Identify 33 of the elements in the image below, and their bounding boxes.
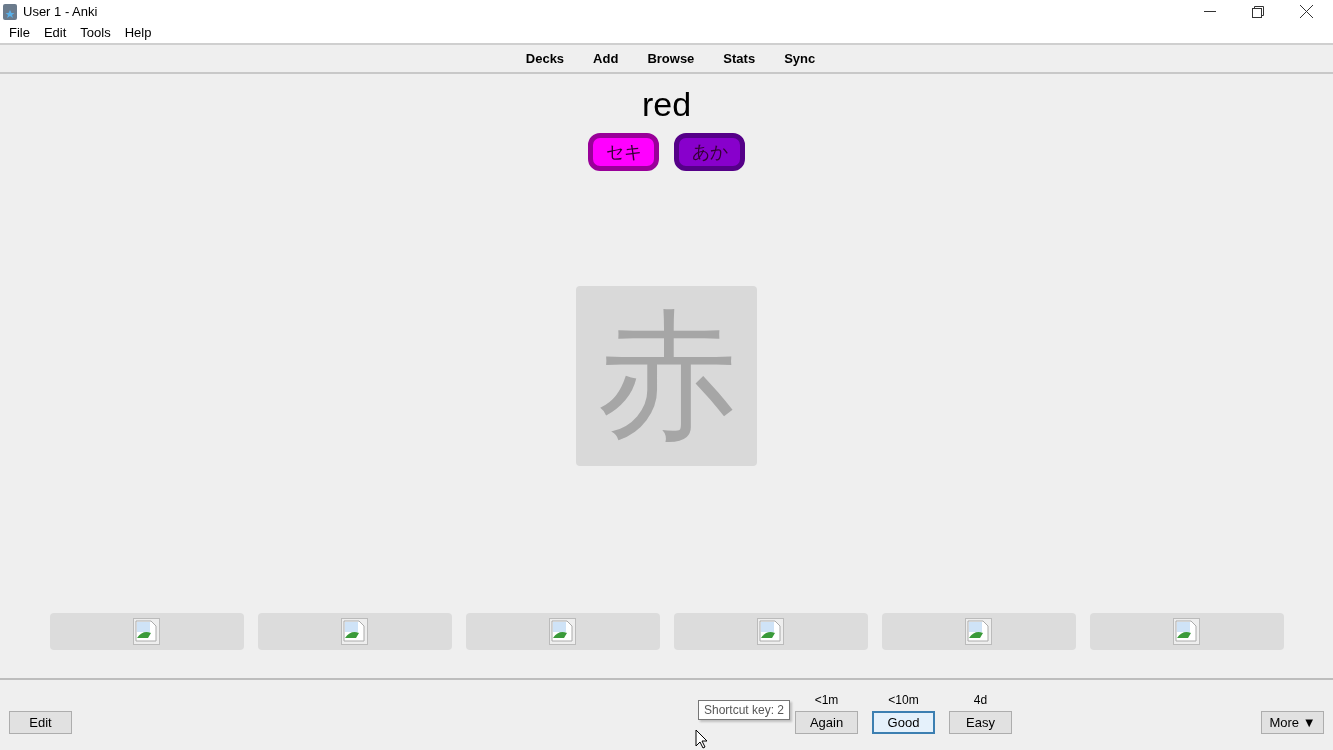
answer-button[interactable]: Easy xyxy=(949,711,1012,734)
menu-item[interactable]: Tools xyxy=(73,23,118,43)
broken-image-icon xyxy=(549,618,576,645)
interval-label: 4d xyxy=(973,693,988,707)
cursor-icon xyxy=(695,729,708,749)
broken-image-icon xyxy=(965,618,992,645)
broken-image-icon xyxy=(757,618,784,645)
answer-button[interactable]: Good xyxy=(872,711,935,734)
minimize-icon[interactable] xyxy=(1204,10,1216,13)
more-button[interactable]: More ▼ xyxy=(1261,711,1324,734)
broken-image-icon xyxy=(341,618,368,645)
toolbar-link[interactable]: Add xyxy=(593,48,619,69)
toolbar-link[interactable]: Sync xyxy=(784,48,816,69)
toolbar-link[interactable]: Decks xyxy=(525,48,565,69)
menu-item[interactable]: Edit xyxy=(36,23,74,43)
menu-item[interactable]: File xyxy=(2,23,37,43)
window-title: User 1 - Anki xyxy=(23,2,98,21)
close-icon[interactable] xyxy=(1300,5,1313,18)
interval-label: <10m xyxy=(888,693,919,707)
app-icon xyxy=(3,3,17,20)
broken-image-icon xyxy=(1173,618,1200,645)
broken-image-icon xyxy=(133,618,160,645)
menu-item[interactable]: Help xyxy=(117,23,159,43)
toolbar-link[interactable]: Stats xyxy=(723,48,756,69)
card-word: red xyxy=(641,84,692,124)
tooltip: Shortcut key: 2 xyxy=(698,700,791,720)
edit-button[interactable]: Edit xyxy=(9,711,72,734)
reading-tag: あか xyxy=(674,133,745,171)
reading-tag: セキ xyxy=(588,133,659,171)
toolbar-link[interactable]: Browse xyxy=(647,48,695,69)
answer-button[interactable]: Again xyxy=(795,711,858,734)
restore-icon[interactable] xyxy=(1252,5,1264,18)
interval-label: <1m xyxy=(814,693,839,707)
